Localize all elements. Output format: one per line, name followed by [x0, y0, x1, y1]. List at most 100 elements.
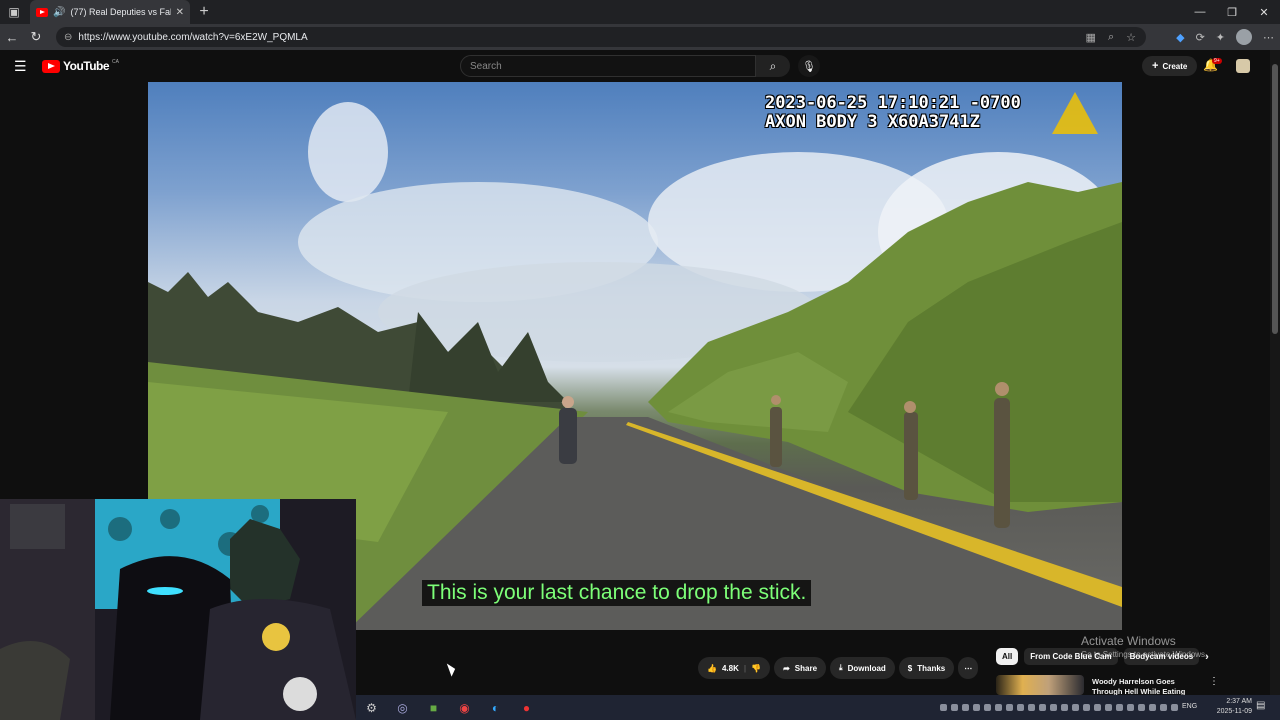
page-scrollbar[interactable] — [1270, 50, 1280, 695]
video-actions: 👍 4.8K | 👎 ➦ Share ⤓ Download $ Thanks ⋯ — [698, 657, 979, 679]
settings-gear-icon[interactable]: ⚙ — [356, 695, 387, 720]
notification-badge: 9+ — [1212, 58, 1222, 64]
recommended-video-menu-icon[interactable]: ⋮ — [1209, 676, 1219, 687]
url-field[interactable]: ⊖ https://www.youtube.com/watch?v=6xE2W_… — [56, 27, 1146, 47]
share-label: Share — [794, 663, 818, 673]
speaker-icon[interactable]: 🔊 — [53, 7, 65, 18]
tray-icon[interactable] — [1149, 704, 1156, 711]
download-icon: ⤓ — [839, 663, 843, 672]
tray-icon[interactable] — [1006, 704, 1013, 711]
minimize-icon[interactable]: — — [1184, 0, 1216, 24]
tray-icon[interactable] — [995, 704, 1002, 711]
tray-icon[interactable] — [1105, 704, 1112, 711]
url-actions: ▦ ⌕ ☆ — [1086, 27, 1136, 47]
site-info-icon[interactable]: ⊖ — [64, 32, 72, 43]
scrollbar-thumb[interactable] — [1272, 64, 1278, 334]
tray-icon[interactable] — [984, 704, 991, 711]
search-icon[interactable]: ⌕ — [756, 55, 790, 77]
reload-icon[interactable]: ↻ — [24, 24, 48, 50]
back-icon[interactable]: ← — [0, 24, 24, 50]
clock-date: 2025-11-09 — [1216, 708, 1252, 715]
youtube-play-logo-icon — [42, 59, 60, 73]
tray-icon[interactable] — [1116, 704, 1123, 711]
language-indicator[interactable]: ENG — [1182, 703, 1197, 710]
clock-time: 2:37 AM — [1226, 698, 1252, 705]
edge-icon[interactable]: ◐ — [480, 695, 511, 720]
more-menu-icon[interactable]: ⋯ — [1263, 31, 1274, 44]
tray-icon[interactable] — [1138, 704, 1145, 711]
profile-avatar[interactable] — [1236, 29, 1252, 45]
tray-icon[interactable] — [940, 704, 947, 711]
close-icon[interactable]: ✕ — [1248, 0, 1280, 24]
reader-mode-icon[interactable]: ▦ — [1086, 31, 1096, 44]
bodycam-timestamp: 2023-06-25 17:10:21 -0700 AXON BODY 3 X6… — [765, 94, 1021, 132]
menu-hamburger-icon[interactable]: ☰ — [14, 58, 30, 74]
search-input[interactable]: Search — [460, 55, 756, 77]
recommended-video-thumbnail[interactable] — [996, 675, 1084, 695]
create-label: Create — [1162, 61, 1188, 71]
activate-subtitle: Go to Settings to activate Windows. — [1081, 650, 1208, 659]
extensions-area: ◆ ⟳ ✦ ⋯ — [1176, 27, 1274, 47]
webcam-scene — [0, 499, 356, 720]
tray-icon[interactable] — [951, 704, 958, 711]
zoom-icon[interactable]: ⌕ — [1108, 31, 1114, 44]
download-button[interactable]: ⤓ Download — [830, 657, 895, 679]
tray-icon[interactable] — [1127, 704, 1134, 711]
tray-icon[interactable] — [1171, 704, 1178, 711]
favorite-star-icon[interactable]: ☆ — [1126, 31, 1136, 44]
account-avatar[interactable] — [1236, 59, 1250, 73]
tray-icon[interactable] — [1072, 704, 1079, 711]
more-actions-button[interactable]: ⋯ — [958, 657, 979, 679]
extensions-puzzle-icon[interactable]: ✦ — [1216, 31, 1225, 44]
tray-icon[interactable] — [1050, 704, 1057, 711]
notification-center-icon[interactable]: ▤ — [1256, 700, 1270, 714]
tray-icon[interactable] — [1094, 704, 1101, 711]
tray-icon[interactable] — [962, 704, 969, 711]
like-count: 4.8K — [721, 663, 739, 673]
tray-icon[interactable] — [1160, 704, 1167, 711]
tray-icon[interactable] — [1039, 704, 1046, 711]
steam-icon[interactable]: ◎ — [387, 695, 418, 720]
close-tab-icon[interactable]: ✕ — [176, 7, 184, 18]
logo-text: YouTube — [63, 59, 110, 73]
share-icon: ➦ — [783, 663, 790, 673]
chip-all[interactable]: All — [996, 648, 1019, 665]
thanks-icon: $ — [907, 663, 913, 673]
plus-icon: + — [1152, 60, 1159, 72]
window-controls: — ❐ ✕ — [1184, 0, 1280, 24]
thanks-button[interactable]: $ Thanks — [898, 657, 955, 679]
new-tab-button[interactable]: + — [190, 0, 218, 24]
browser-tab-active[interactable]: 🔊 (77) Real Deputies vs Fake Fe ✕ — [30, 0, 190, 24]
thumbs-up-icon: 👍 — [707, 663, 717, 673]
youtube-logo[interactable]: YouTube CA — [42, 59, 119, 73]
recommended-video-title[interactable]: Woody Harrelson Goes Through Hell While … — [1092, 677, 1207, 695]
restore-icon[interactable]: ❐ — [1216, 0, 1248, 24]
chrome-icon[interactable]: ◉ — [449, 695, 480, 720]
osd-date-time: 2023-06-25 17:10:21 -0700 — [765, 93, 1021, 113]
youtube-header: ☰ YouTube CA Search ⌕ 🎙 + Create 🔔 — [0, 50, 1270, 82]
extension-icon[interactable]: ◆ — [1176, 31, 1184, 44]
url-text[interactable]: https://www.youtube.com/watch?v=6xE2W_PQ… — [78, 32, 307, 43]
windows-taskbar: ⚙ ◎ ■ ◉ ◐ ● ENG 2:37 AM 2025-11-09 ▤ — [356, 695, 1280, 720]
more-dots-icon: ⋯ — [964, 663, 973, 673]
tab-actions-icon[interactable]: ▣ — [0, 0, 28, 24]
share-button[interactable]: ➦ Share — [774, 657, 827, 679]
tray-icon[interactable] — [1017, 704, 1024, 711]
thumbs-down-icon[interactable]: 👎 — [751, 664, 761, 673]
microphone-icon[interactable]: 🎙 — [798, 55, 820, 77]
minecraft-icon[interactable]: ■ — [418, 695, 449, 720]
taskbar-clock[interactable]: 2:37 AM 2025-11-09 — [1202, 697, 1252, 717]
tray-icon[interactable] — [973, 704, 980, 711]
like-button[interactable]: 👍 4.8K | 👎 — [698, 657, 771, 679]
divider: | — [743, 663, 747, 673]
address-bar-row: ← ↻ ⊖ https://www.youtube.com/watch?v=6x… — [0, 24, 1280, 50]
obs-record-icon[interactable]: ● — [511, 695, 542, 720]
tray-icon[interactable] — [1083, 704, 1090, 711]
activate-title: Activate Windows — [1081, 634, 1176, 648]
tray-icon[interactable] — [1028, 704, 1035, 711]
tab-title: (77) Real Deputies vs Fake Fe — [70, 7, 170, 17]
create-button[interactable]: + Create — [1142, 56, 1198, 76]
tray-icon[interactable] — [1061, 704, 1068, 711]
youtube-favicon-icon — [36, 7, 48, 17]
sync-icon[interactable]: ⟳ — [1196, 31, 1205, 44]
